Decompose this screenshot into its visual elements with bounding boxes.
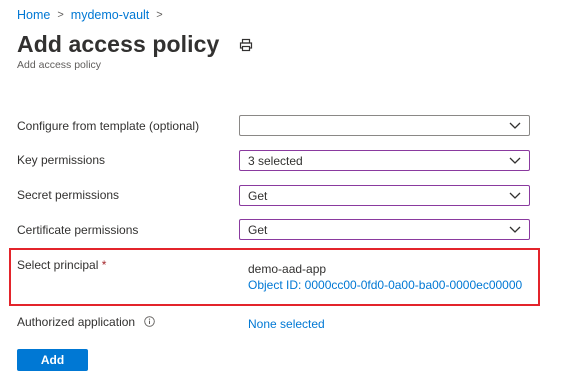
authorized-application-link[interactable]: None selected [248,317,325,331]
breadcrumb-home[interactable]: Home [17,8,50,22]
print-icon[interactable] [239,38,253,52]
certificate-permissions-dropdown[interactable]: Get [239,219,530,240]
principal-highlight-box [9,248,540,306]
title-row: Add access policy [17,31,253,58]
secret-permissions-dropdown[interactable]: Get [239,185,530,206]
breadcrumb: Home > mydemo-vault > [17,8,170,22]
authorized-application-label-text: Authorized application [17,315,136,329]
chevron-down-icon [509,121,521,130]
key-permissions-value: 3 selected [248,153,303,168]
chevron-down-icon [509,156,521,165]
key-permissions-label: Key permissions [17,153,106,167]
chevron-down-icon [509,225,521,234]
add-access-policy-page: Home > mydemo-vault > Add access policy … [0,0,583,390]
select-principal-label-text: Select principal [17,258,99,272]
certificate-permissions-value: Get [248,222,268,237]
breadcrumb-vault[interactable]: mydemo-vault [71,8,150,22]
page-subtitle: Add access policy [17,59,102,71]
template-dropdown[interactable] [239,115,530,136]
authorized-application-label: Authorized application [17,315,156,329]
required-marker: * [101,258,107,272]
breadcrumb-separator: > [57,9,64,21]
principal-name: demo-aad-app [248,262,327,276]
key-permissions-dropdown[interactable]: 3 selected [239,150,530,171]
breadcrumb-separator: > [156,9,163,21]
secret-permissions-value: Get [248,188,268,203]
select-principal-label: Select principal * [17,258,106,272]
template-label: Configure from template (optional) [17,119,200,133]
principal-object-id-link[interactable]: Object ID: 0000cc00-0fd0-0a00-ba00-0000e… [248,278,522,292]
chevron-down-icon [509,191,521,200]
certificate-permissions-label: Certificate permissions [17,223,139,237]
info-icon[interactable] [144,316,156,327]
page-title: Add access policy [17,31,220,57]
add-button[interactable]: Add [17,349,88,371]
secret-permissions-label: Secret permissions [17,188,120,202]
